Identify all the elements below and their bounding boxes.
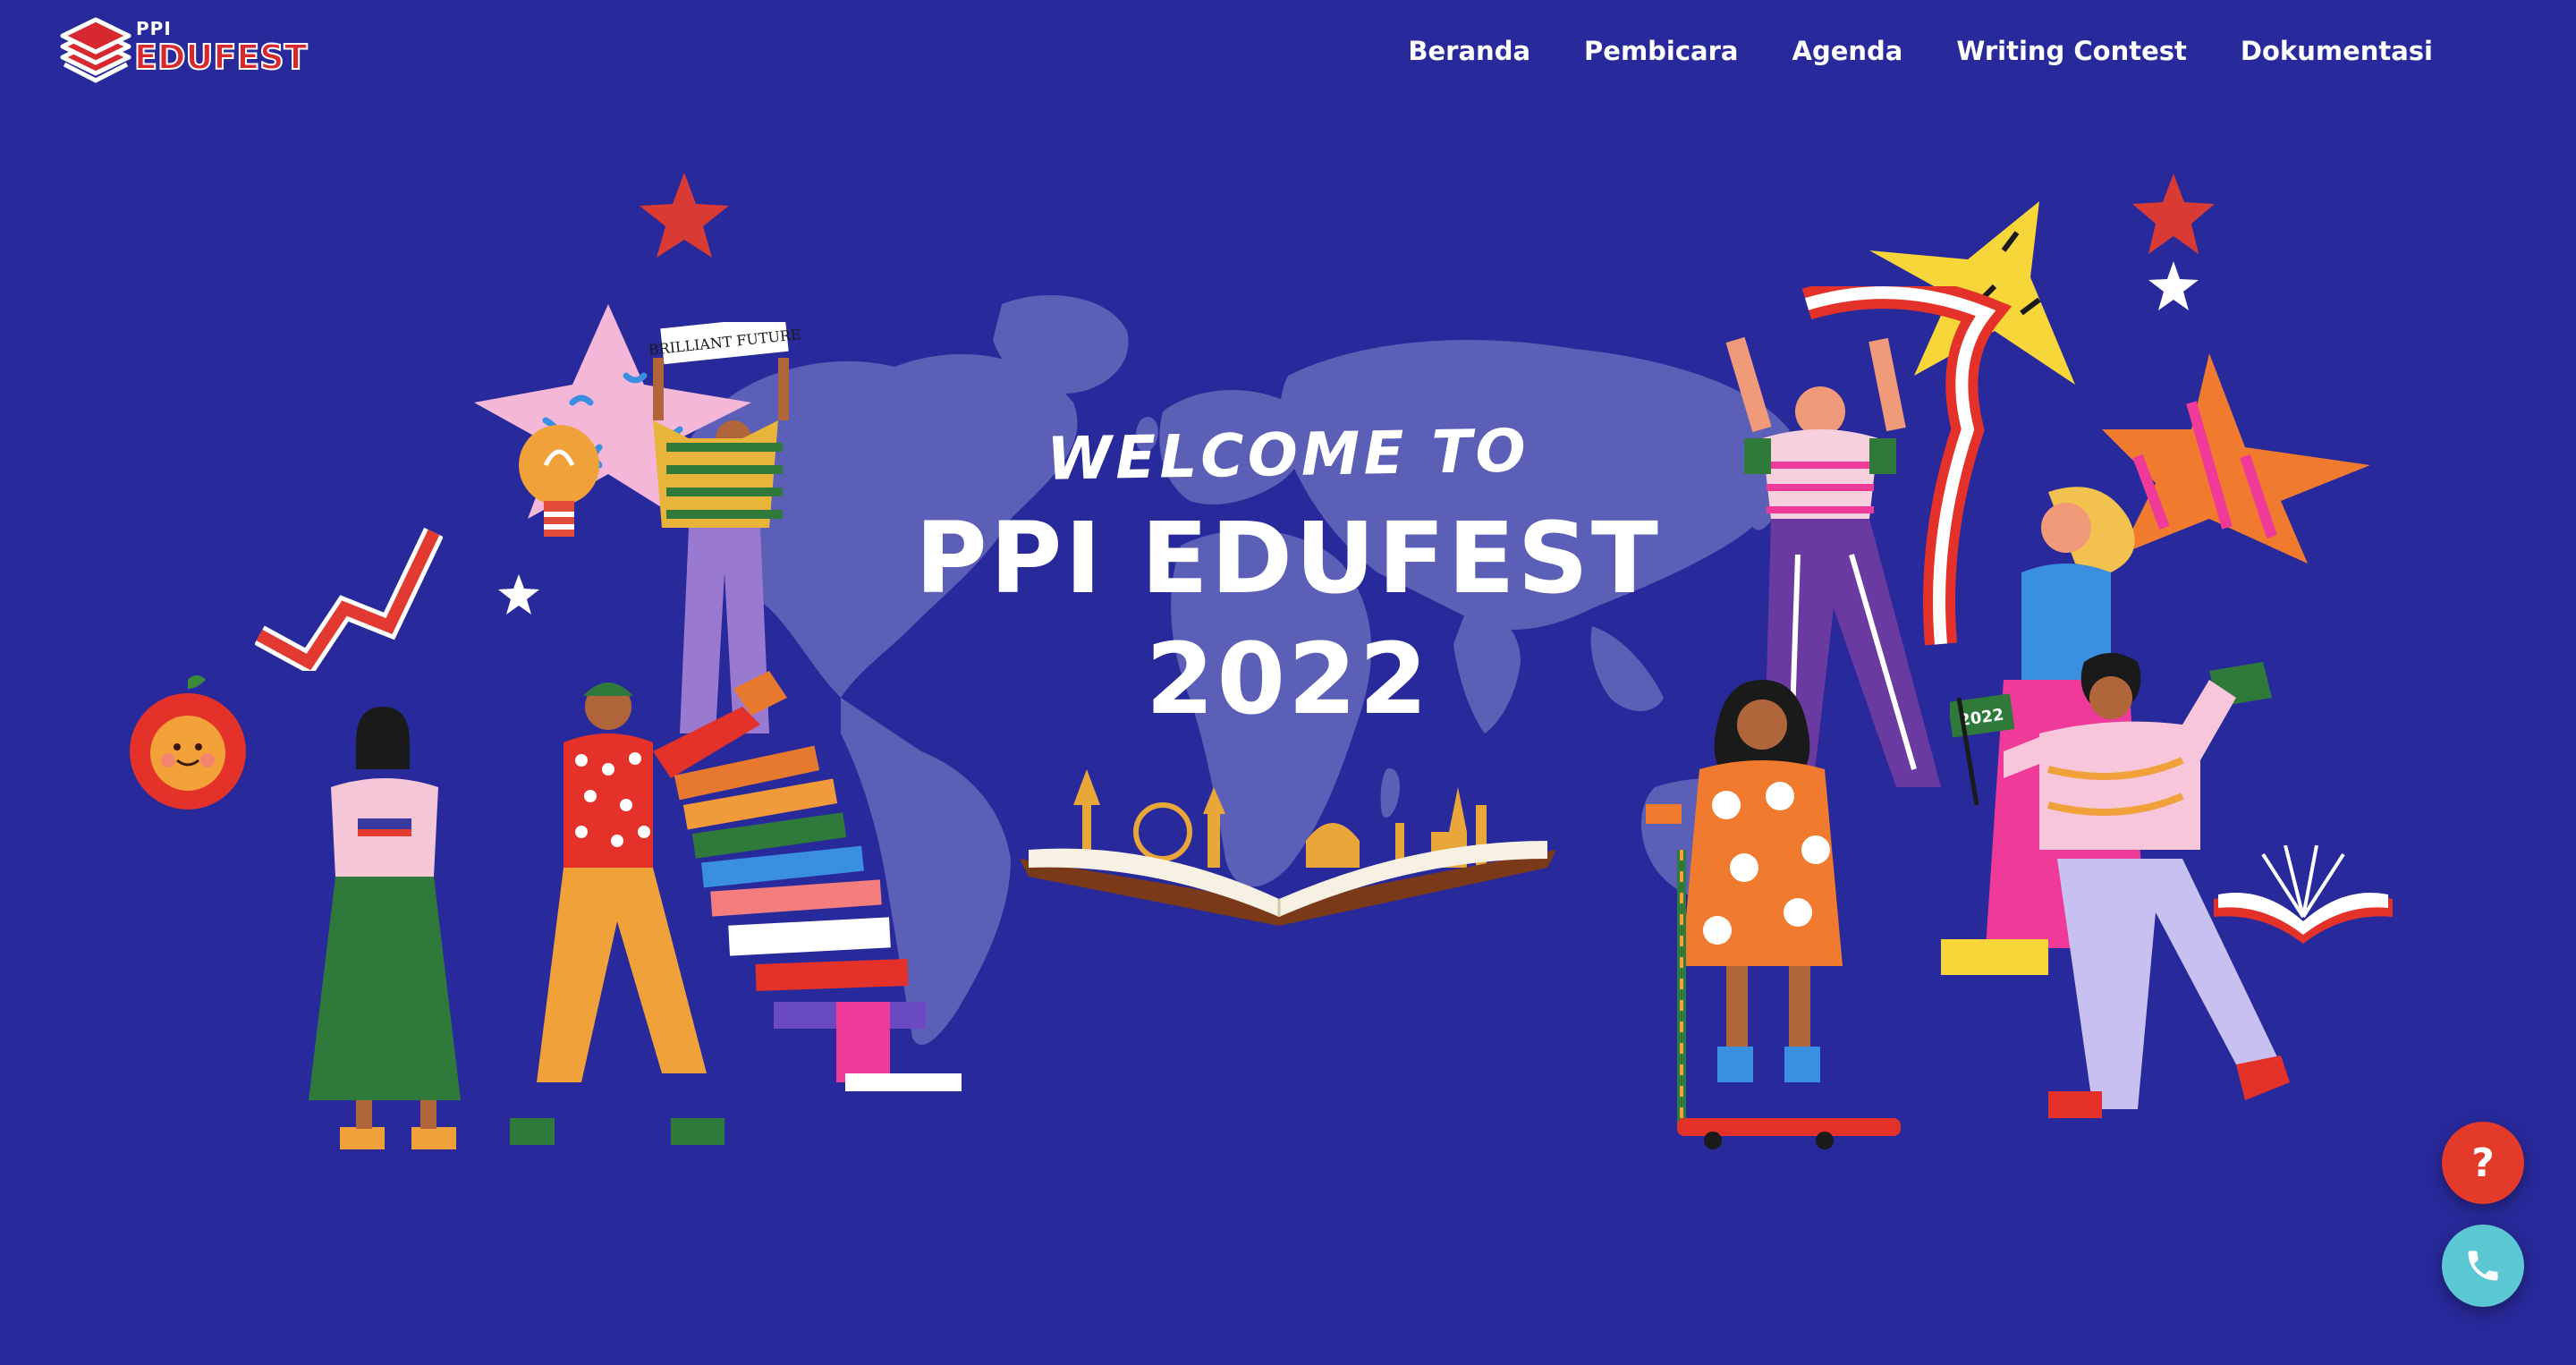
red-star-icon	[640, 173, 729, 258]
nav-writing-contest[interactable]: Writing Contest	[1956, 36, 2187, 66]
woman-with-2022-flag-illustration: 2022	[1950, 653, 2290, 1118]
red-star-right-icon	[2132, 174, 2215, 254]
open-book-landmarks-illustration	[1020, 769, 1556, 926]
welcome-heading: WELCOME TO	[1046, 416, 1530, 494]
woman-on-scooter-illustration	[1646, 680, 1901, 1149]
call-button[interactable]	[2442, 1225, 2524, 1307]
logo-edufest-text: EDUFEST	[133, 37, 309, 78]
help-question-icon: ?	[2471, 1140, 2495, 1186]
white-star-right-icon	[2148, 261, 2199, 310]
white-star-icon	[498, 574, 539, 615]
nav-agenda[interactable]: Agenda	[1792, 36, 1903, 66]
main-nav: Beranda Pembicara Agenda Writing Contest…	[1408, 36, 2433, 66]
nav-dokumentasi[interactable]: Dokumentasi	[2241, 36, 2433, 66]
phone-icon	[2468, 1251, 2498, 1281]
logo-ppi-text: PPI	[136, 18, 172, 39]
woman-green-skirt-illustration	[309, 707, 461, 1149]
page: PPI EDUFEST Beranda Pembicara Agenda Wri…	[0, 0, 2576, 1365]
books-logo-icon	[60, 17, 131, 83]
event-name-heading: PPI EDUFEST	[915, 501, 1661, 615]
help-button[interactable]: ?	[2442, 1122, 2524, 1204]
zigzag-decoration-icon	[255, 527, 443, 671]
orange-fruit-icon	[130, 675, 246, 810]
nav-beranda[interactable]: Beranda	[1408, 36, 1530, 66]
nav-pembicara[interactable]: Pembicara	[1584, 36, 1738, 66]
lightbulb-icon	[519, 425, 599, 537]
hero-title: WELCOME TO PPI EDUFEST 2022	[841, 416, 1735, 742]
stack-of-books-illustration	[674, 745, 962, 1091]
ppi-edufest-logo[interactable]: PPI EDUFEST	[55, 11, 309, 93]
